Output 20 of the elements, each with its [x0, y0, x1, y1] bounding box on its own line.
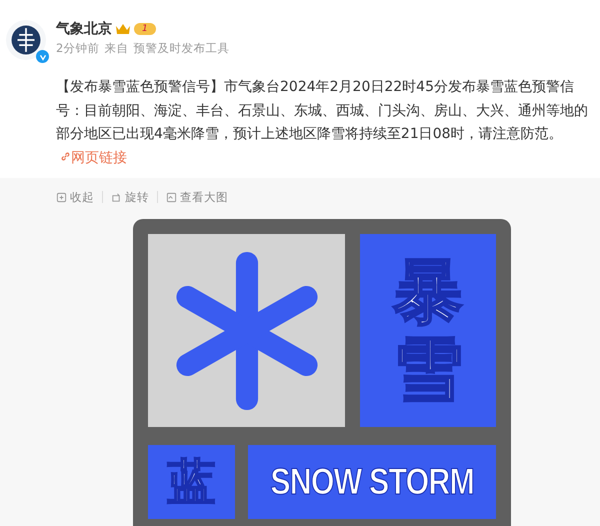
toolbar-button[interactable]: 查看大图	[166, 190, 228, 204]
level-label: 蓝	[167, 453, 216, 512]
toolbar-button[interactable]: 旋转	[111, 190, 149, 204]
avatar[interactable]	[6, 20, 46, 60]
logo-icon	[9, 23, 43, 57]
sign-title: 暴雪	[393, 254, 463, 408]
image-icon	[166, 192, 177, 202]
author-name[interactable]: 气象北京	[56, 20, 112, 38]
post-text: 【发布暴雪蓝色预警信号】市气象台2024年2月20日22时45分发布暴雪蓝色预警信号：目前朝阳、海淀、丰台、石景山、东城、西城、门头沟、房山、大兴、通州等地的部分地区已出现4毫米降雪，预计上述地区降雪将持续至21日08时，请注意防范。 网页链接	[56, 78, 589, 168]
rotate-icon	[111, 192, 122, 202]
source-name[interactable]: 预警及时发布工具	[133, 41, 230, 56]
link-icon	[60, 150, 71, 162]
source-prefix: 来自	[104, 41, 128, 56]
web-link[interactable]: 网页链接	[60, 150, 127, 166]
level-badge: 1	[134, 23, 156, 35]
english-title: SNOW STORM	[270, 461, 474, 503]
post-time: 2分钟前	[56, 41, 100, 56]
crown-icon	[115, 23, 131, 35]
collapse-icon	[56, 192, 67, 202]
toolbar-button[interactable]: 收起	[56, 190, 94, 204]
